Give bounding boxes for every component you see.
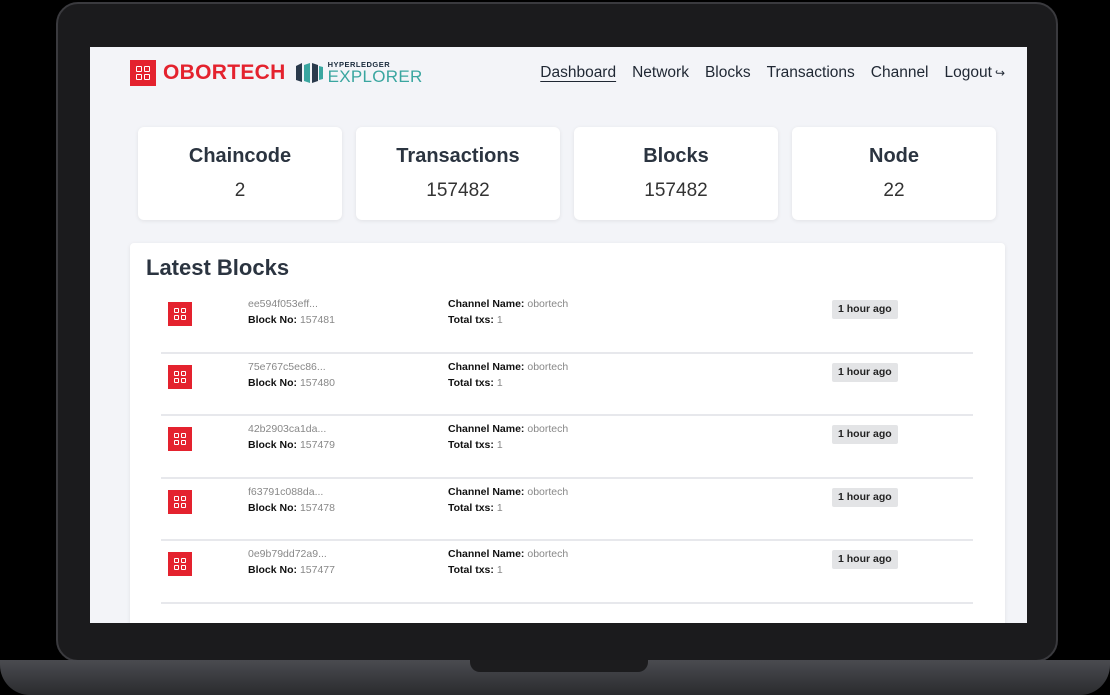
block-icon — [168, 427, 192, 451]
stat-value: 22 — [883, 180, 905, 201]
channel-name: Channel Name: obortech — [448, 360, 569, 373]
stat-card-chaincode: Chaincode 2 — [138, 127, 342, 220]
block-icon — [168, 552, 192, 576]
channel-name: Channel Name: obortech — [448, 548, 569, 560]
block-row[interactable]: 0e9b79dd72a9... Block No: 157477 Channel… — [161, 541, 973, 604]
block-hash: f63791c088da... — [248, 485, 324, 498]
stat-label: Node — [869, 145, 919, 167]
channel-name: Channel Name: obortech — [448, 298, 569, 310]
nav-transactions[interactable]: Transactions — [767, 64, 855, 82]
time-badge: 1 hour ago — [832, 300, 898, 319]
logout-button[interactable]: Logout ↪ — [945, 64, 1005, 82]
block-row[interactable]: ee594f053eff... Block No: 157481 Channel… — [161, 291, 973, 354]
obortech-logo-icon — [130, 60, 156, 86]
stat-value: 157482 — [426, 180, 490, 201]
block-hash: 75e767c5ec86... — [248, 360, 326, 373]
hyperledger-explorer-wordmark: HYPERLEDGER EXPLORER — [328, 61, 423, 86]
total-txs: Total txs: 1 — [448, 439, 503, 451]
time-badge: 1 hour ago — [832, 487, 898, 507]
total-txs: Total txs: 1 — [448, 376, 503, 389]
total-txs: Total txs: 1 — [448, 501, 503, 514]
hyperledger-logo-icon — [295, 63, 323, 83]
time-badge: 1 hour ago — [832, 425, 898, 444]
channel-name: Channel Name: obortech — [448, 485, 569, 498]
stats-row: Chaincode 2 Transactions 157482 Blocks 1… — [138, 127, 996, 220]
total-txs: Total txs: 1 — [448, 564, 503, 576]
nav-blocks[interactable]: Blocks — [705, 64, 751, 82]
stat-card-blocks: Blocks 157482 — [574, 127, 778, 220]
stat-label: Blocks — [643, 145, 709, 167]
logout-label: Logout — [944, 64, 992, 81]
block-list: ee594f053eff... Block No: 157481 Channel… — [161, 291, 973, 604]
brand-name: OBORTECH — [163, 61, 286, 84]
stat-label: Transactions — [396, 145, 520, 167]
total-txs: Total txs: 1 — [448, 314, 503, 326]
block-row[interactable]: f63791c088da... Block No: 157478 Channel… — [161, 479, 973, 541]
channel-name: Channel Name: obortech — [448, 423, 569, 435]
app-screen: OBORTECH HYPERLEDGER EXPLORER Dashboard … — [90, 47, 1027, 623]
panel-title: Latest Blocks — [146, 255, 290, 280]
block-row[interactable]: 75e767c5ec86... Block No: 157480 Channel… — [161, 354, 973, 416]
block-number: Block No: 157478 — [248, 501, 335, 514]
nav-dashboard[interactable]: Dashboard — [540, 64, 616, 82]
block-number: Block No: 157477 — [248, 564, 335, 576]
latest-blocks-panel: Latest Blocks ee594f053eff... Block No: … — [130, 243, 1005, 623]
stat-value: 157482 — [644, 180, 708, 201]
block-row[interactable]: 42b2903ca1da... Block No: 157479 Channel… — [161, 416, 973, 479]
logout-icon: ↪ — [994, 66, 1005, 80]
stat-value: 2 — [234, 180, 246, 201]
main-nav: Dashboard Network Blocks Transactions Ch… — [540, 64, 1005, 82]
stat-card-node: Node 22 — [792, 127, 996, 220]
time-badge: 1 hour ago — [832, 362, 898, 382]
logo[interactable]: OBORTECH HYPERLEDGER EXPLORER — [130, 60, 423, 86]
explorer-label: EXPLORER — [327, 67, 423, 87]
nav-channel[interactable]: Channel — [871, 64, 929, 82]
block-number: Block No: 157480 — [248, 376, 335, 389]
block-number: Block No: 157481 — [248, 314, 335, 326]
block-number: Block No: 157479 — [248, 439, 335, 451]
block-icon — [168, 302, 192, 326]
block-icon — [168, 489, 192, 514]
block-hash: ee594f053eff... — [248, 298, 318, 310]
stat-card-transactions: Transactions 157482 — [356, 127, 560, 220]
stat-label: Chaincode — [188, 145, 292, 167]
laptop-notch — [470, 660, 648, 672]
nav-network[interactable]: Network — [632, 64, 689, 82]
time-badge: 1 hour ago — [832, 550, 898, 569]
block-hash: 0e9b79dd72a9... — [248, 548, 327, 560]
block-icon — [168, 364, 192, 389]
block-hash: 42b2903ca1da... — [248, 423, 327, 435]
